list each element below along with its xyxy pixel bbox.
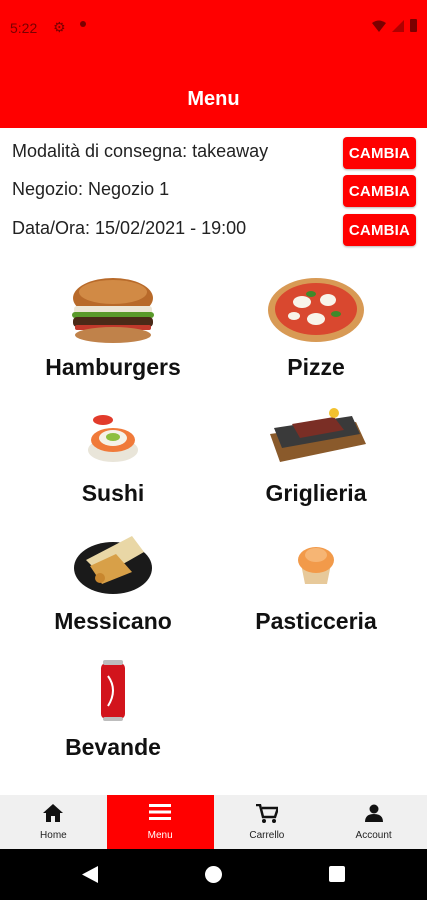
change-delivery-mode-button[interactable]: CAMBIA (343, 137, 416, 169)
category-label: Pasticceria (255, 608, 377, 634)
mexican-image (74, 536, 152, 594)
drink-image (101, 660, 125, 721)
hamburger-image (72, 278, 154, 343)
app-bar: 5:22 ⚙ Menu (0, 0, 427, 128)
category-pizze[interactable]: Pizze (216, 276, 416, 386)
settings-icon: ⚙ (53, 19, 66, 35)
datetime-row: Data/Ora: 15/02/2021 - 19:00 CAMBIA (0, 212, 427, 246)
nav-label: Menu (147, 830, 173, 841)
category-label: Griglieria (265, 480, 367, 506)
category-messicano[interactable]: Messicano (13, 532, 213, 638)
datetime-text: Data/Ora: 15/02/2021 - 19:00 (12, 218, 247, 238)
battery-icon (410, 19, 417, 32)
category-griglieria[interactable]: Griglieria (216, 404, 416, 510)
menu-icon (149, 804, 172, 820)
cart-icon (255, 804, 278, 823)
nav-label: Home (40, 830, 67, 841)
change-datetime-button[interactable]: CAMBIA (343, 214, 416, 246)
category-pasticceria[interactable]: Pasticceria (216, 542, 416, 638)
delivery-mode-row: Modalità di consegna: takeaway CAMBIA (0, 135, 427, 169)
nav-menu[interactable]: Menu (106, 795, 214, 849)
nav-account[interactable]: Account (320, 795, 427, 849)
status-bar: 5:22 ⚙ (0, 0, 427, 56)
home-icon (43, 804, 64, 822)
category-bevande[interactable]: Bevande (13, 660, 213, 764)
back-icon[interactable] (82, 866, 98, 883)
recents-icon[interactable] (329, 866, 345, 882)
pastry-image (298, 547, 334, 584)
wifi-icon (372, 20, 386, 32)
nav-label: Carrello (249, 830, 285, 841)
bottom-navigation: Home Menu Carrello Account (0, 795, 427, 849)
nav-label: Account (355, 830, 392, 841)
nav-carrello[interactable]: Carrello (214, 795, 321, 849)
category-hamburgers[interactable]: Hamburgers (13, 276, 213, 386)
account-icon (364, 804, 383, 822)
grill-image (270, 408, 366, 462)
store-row: Negozio: Negozio 1 CAMBIA (0, 173, 427, 207)
pizza-image (268, 278, 364, 342)
nav-home[interactable]: Home (0, 795, 107, 849)
signal-icon (392, 19, 404, 32)
sushi-image (88, 415, 138, 462)
system-nav-bar (0, 849, 427, 900)
category-label: Messicano (54, 608, 172, 634)
page-title: Menu (187, 88, 240, 110)
category-label: Pizze (287, 354, 345, 380)
category-sushi[interactable]: Sushi (13, 410, 213, 510)
category-label: Sushi (81, 480, 145, 506)
category-label: Bevande (65, 734, 161, 760)
home-button-icon[interactable] (205, 866, 222, 883)
status-icons (372, 19, 417, 32)
status-time: 5:22 (10, 20, 38, 36)
category-label: Hamburgers (45, 354, 181, 380)
notification-dot-icon (80, 21, 86, 27)
store-text: Negozio: Negozio 1 (12, 179, 170, 199)
change-store-button[interactable]: CAMBIA (343, 175, 416, 207)
delivery-mode-text: Modalità di consegna: takeaway (12, 141, 269, 161)
